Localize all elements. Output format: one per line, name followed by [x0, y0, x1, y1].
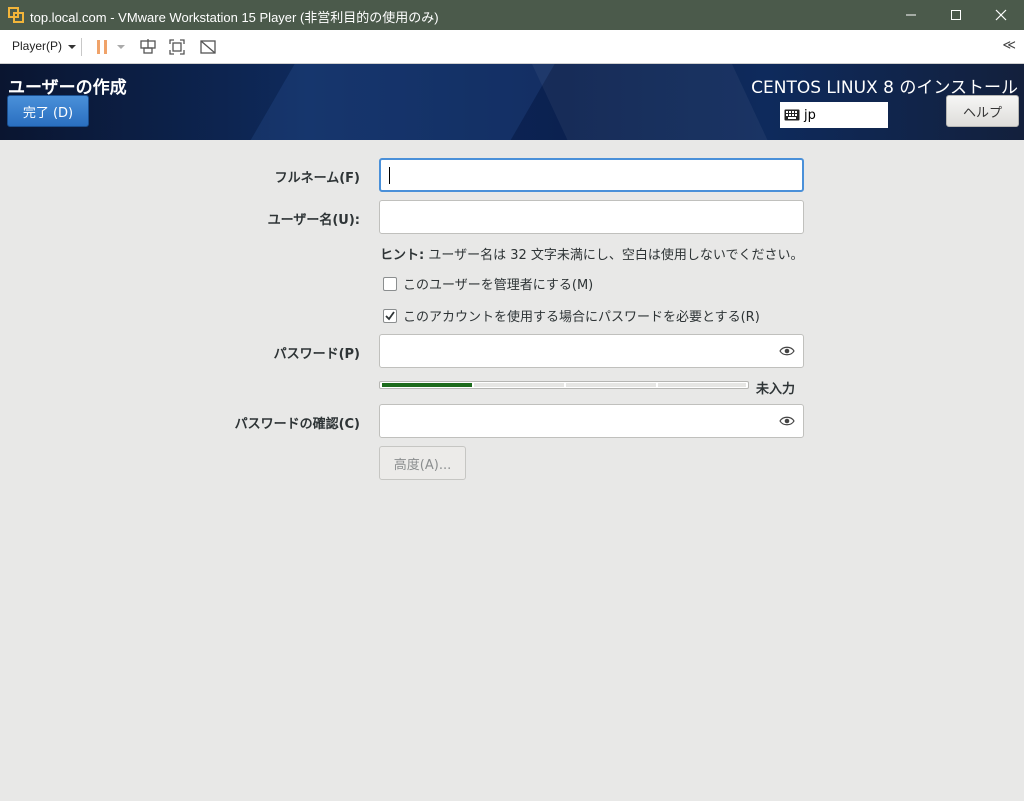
password-field[interactable]: [379, 334, 804, 368]
fullname-field[interactable]: [379, 158, 804, 192]
fullname-label: フルネーム(F): [274, 171, 360, 186]
player-menu[interactable]: Player(P): [12, 39, 77, 53]
checkmark-icon: [385, 310, 395, 320]
minimize-button[interactable]: [888, 0, 934, 30]
strength-segment: [474, 383, 564, 387]
minimize-icon: [906, 14, 916, 16]
pause-dropdown-icon[interactable]: [116, 38, 126, 56]
strength-segment: [382, 383, 472, 387]
done-button-label: 完了 (D): [22, 105, 74, 121]
advanced-button-label: 高度(A)...: [393, 457, 452, 473]
player-menu-label: Player(P): [12, 39, 63, 53]
vmware-app-icon: [8, 7, 24, 23]
hint-text: ユーザー名は 32 文字未満にし、空白は使用しないでください。: [424, 248, 804, 263]
username-label: ユーザー名(U):: [267, 213, 360, 228]
help-button-label: ヘルプ: [962, 105, 1002, 121]
window-titlebar: top.local.com - VMware Workstation 15 Pl…: [0, 0, 1024, 30]
close-icon: [995, 9, 1007, 21]
require-password-checkbox-label: このアカウントを使用する場合にパスワードを必要とする(R): [403, 310, 760, 325]
username-field[interactable]: [379, 200, 804, 234]
keyboard-layout-indicator[interactable]: jp: [780, 102, 888, 128]
collapse-toolbar-button[interactable]: ≪: [1002, 38, 1016, 53]
player-toolbar: Player(P) ≪: [0, 30, 1024, 64]
fullscreen-icon[interactable]: [168, 38, 186, 56]
toolbar-divider: [81, 38, 82, 56]
advanced-button[interactable]: 高度(A)...: [379, 446, 466, 480]
help-button[interactable]: ヘルプ: [946, 95, 1019, 127]
text-caret: [389, 167, 390, 184]
send-ctrl-alt-del-icon[interactable]: [139, 38, 157, 56]
maximize-button[interactable]: [933, 0, 979, 30]
pause-icon[interactable]: [94, 38, 112, 56]
admin-checkbox[interactable]: [383, 276, 397, 291]
chevron-down-icon: [68, 45, 77, 49]
reveal-password-icon[interactable]: [779, 345, 795, 357]
password-strength-label: 未入力: [756, 382, 796, 397]
confirm-password-label: パスワードの確認(C): [234, 417, 360, 432]
reveal-password-icon[interactable]: [779, 415, 795, 427]
password-strength-bar: [379, 381, 749, 389]
hint-prefix: ヒント:: [380, 248, 425, 263]
require-password-checkbox[interactable]: [383, 308, 397, 323]
confirm-password-field[interactable]: [379, 404, 804, 438]
admin-checkbox-row[interactable]: このユーザーを管理者にする(M): [383, 274, 593, 293]
installer-header: ユーザーの作成 完了 (D) CENTOS LINUX 8 のインストール jp…: [0, 64, 1024, 140]
require-password-checkbox-row[interactable]: このアカウントを使用する場合にパスワードを必要とする(R): [383, 306, 760, 325]
keyboard-layout-label: jp: [804, 107, 816, 123]
keyboard-icon: [784, 109, 800, 121]
strength-segment: [658, 383, 746, 387]
window-title: top.local.com - VMware Workstation 15 Pl…: [30, 10, 439, 25]
unity-mode-icon[interactable]: [199, 38, 217, 56]
header-decoration: [202, 64, 578, 140]
admin-checkbox-label: このユーザーを管理者にする(M): [403, 278, 594, 293]
maximize-icon: [951, 10, 961, 20]
done-button[interactable]: 完了 (D): [7, 95, 89, 127]
close-button[interactable]: [978, 0, 1024, 30]
password-label: パスワード(P): [273, 347, 360, 362]
strength-segment: [566, 383, 656, 387]
username-hint: ヒント: ユーザー名は 32 文字未満にし、空白は使用しないでください。: [380, 244, 804, 263]
